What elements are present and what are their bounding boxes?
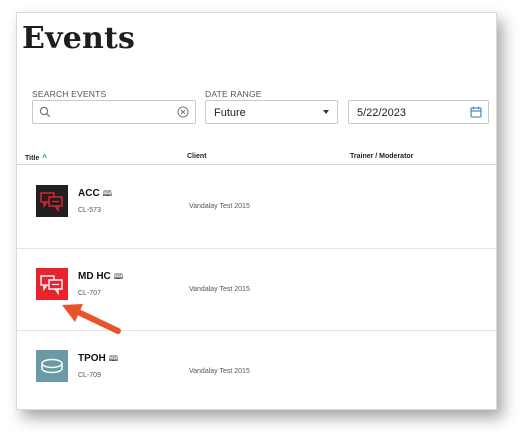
date-field[interactable]: 5/22/2023 (348, 100, 489, 124)
calendar-icon[interactable] (470, 106, 482, 118)
event-code: CL-573 (78, 207, 101, 214)
column-header-title[interactable]: Title ^ (25, 153, 47, 162)
chevron-down-icon (323, 110, 329, 114)
event-title[interactable]: TPOH 🕮 (78, 353, 118, 367)
event-code: CL-707 (78, 290, 101, 297)
event-client: Vandalay Test 2015 (189, 203, 250, 210)
event-title-text: TPOH (78, 353, 106, 364)
search-label: SEARCH EVENTS (32, 89, 107, 99)
event-title-text: ACC (78, 188, 100, 199)
clear-icon[interactable] (177, 106, 189, 118)
sort-ascending-icon: ^ (42, 153, 47, 162)
book-icon: 🕮 (108, 354, 119, 363)
column-title-label: Title (25, 155, 40, 162)
book-icon: 🕮 (113, 272, 124, 281)
event-title[interactable]: ACC 🕮 (78, 188, 112, 202)
event-title[interactable]: MD HC 🕮 (78, 271, 123, 285)
event-thumbnail (36, 268, 68, 300)
header-divider (17, 164, 496, 165)
arrow-icon (62, 304, 121, 334)
event-client: Vandalay Test 2015 (189, 286, 250, 293)
event-code: CL-709 (78, 372, 101, 379)
date-range-select[interactable]: Future (205, 100, 338, 124)
chat-bubbles-icon (40, 192, 63, 213)
disc-icon (41, 358, 63, 374)
page-title: Events (22, 21, 136, 56)
date-range-label: DATE RANGE (205, 89, 262, 99)
events-window: Events SEARCH EVENTS DATE RANGE Future 5… (16, 12, 497, 410)
search-input[interactable] (32, 100, 196, 124)
date-value: 5/22/2023 (357, 107, 406, 119)
event-thumbnail (36, 185, 68, 217)
chat-bubbles-icon (40, 275, 63, 296)
search-icon (39, 106, 51, 118)
event-client: Vandalay Test 2015 (189, 368, 250, 375)
book-icon: 🕮 (102, 189, 113, 198)
event-thumbnail (36, 350, 68, 382)
column-header-client[interactable]: Client (187, 153, 206, 160)
date-range-value: Future (214, 107, 246, 119)
column-header-trainer[interactable]: Trainer / Moderator (350, 153, 413, 160)
row-divider (17, 248, 496, 249)
event-title-text: MD HC (78, 271, 111, 282)
